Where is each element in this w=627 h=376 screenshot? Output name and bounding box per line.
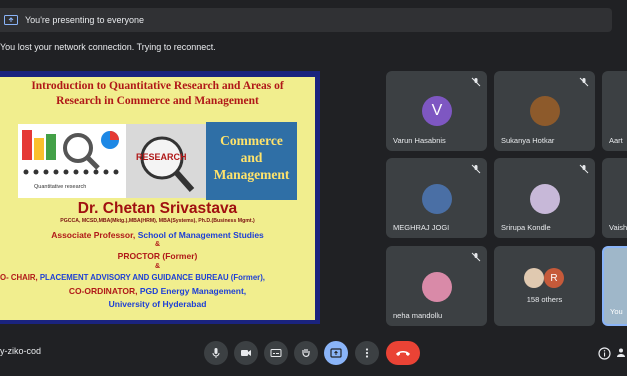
- presenter-name: Dr. Chetan Srivastava: [77, 200, 238, 217]
- mic-off-icon: [471, 77, 481, 87]
- present-icon: [330, 348, 342, 358]
- participant-tile[interactable]: Vaish: [602, 158, 627, 238]
- avatar: [530, 184, 560, 214]
- role-title: Associate Professor,: [51, 230, 136, 240]
- presenting-text: You're presenting to everyone: [25, 15, 144, 25]
- others-tile[interactable]: R 158 others: [494, 246, 595, 326]
- mic-off-icon: [471, 164, 481, 174]
- end-call-button[interactable]: [386, 341, 420, 365]
- end-call-icon: [396, 351, 410, 356]
- participant-tile[interactable]: V Varun Hasabnis: [386, 71, 487, 151]
- participant-tile[interactable]: Aart: [602, 71, 627, 151]
- network-banner: You lost your network connection. Trying…: [0, 37, 612, 57]
- captions-button[interactable]: [264, 341, 288, 365]
- avatar-initial: R: [544, 268, 564, 288]
- mic-off-icon: [579, 164, 589, 174]
- camera-icon: [241, 350, 251, 356]
- mic-button[interactable]: [204, 341, 228, 365]
- info-icon: [597, 346, 611, 360]
- camera-button[interactable]: [234, 341, 258, 365]
- more-icon: [365, 348, 369, 358]
- meeting-code: y-ziko-cod: [0, 346, 42, 356]
- participant-name: Srirupa Kondle: [501, 223, 551, 232]
- coordinator-line: CO-ORDINATOR, PGD Energy Management,: [0, 286, 315, 296]
- role-dept: School of Management Studies: [137, 230, 264, 240]
- meeting-info-button[interactable]: [592, 341, 616, 365]
- amp-line-1: &: [154, 241, 161, 248]
- presentation-slide: Introduction to Quantitative Research an…: [0, 71, 320, 324]
- university-line: University of Hyderabad: [108, 299, 207, 309]
- more-options-button[interactable]: [355, 341, 379, 365]
- avatar: V: [422, 96, 452, 126]
- participant-name: Varun Hasabnis: [393, 136, 446, 145]
- img1-caption: Quantitative research: [34, 184, 87, 190]
- cochair-line: O- CHAIR, PLACEMENT ADVISORY AND GUIDANC…: [0, 273, 315, 282]
- captions-icon: [270, 349, 282, 357]
- participant-name: Aart: [609, 136, 623, 145]
- raise-hand-button[interactable]: [294, 341, 318, 365]
- presenter-degrees: PGCCA, MCSD,MBA(Mktg.),MBA(HRM), MBA(Sys…: [60, 218, 255, 224]
- slide-title-line1: Introduction to Quantitative Research an…: [31, 80, 284, 92]
- raise-hand-icon: [302, 349, 310, 357]
- avatar: [524, 268, 544, 288]
- participant-tile[interactable]: MEGHRAJ JOGI: [386, 158, 487, 238]
- participant-tile[interactable]: Srirupa Kondle: [494, 158, 595, 238]
- mic-off-icon: [471, 252, 481, 262]
- quantitative-research-image: Quantitative research: [18, 124, 126, 198]
- img2-caption: RESEARCH: [136, 152, 187, 162]
- participant-name: You: [610, 307, 623, 316]
- coordinator-title: CO-ORDINATOR,: [68, 286, 138, 296]
- participant-name: neha mandollu: [393, 311, 443, 320]
- presenting-banner: You're presenting to everyone: [0, 8, 612, 32]
- img3-line3: Management: [213, 167, 290, 182]
- amp-line-2: &: [154, 263, 161, 270]
- avatar: [422, 184, 452, 214]
- participant-tile[interactable]: Sukanya Hotkar: [494, 71, 595, 151]
- img3-line1: Commerce: [220, 133, 283, 148]
- cochair-title: O- CHAIR,: [0, 273, 38, 282]
- role-line: Associate Professor, School of Managemen…: [0, 230, 315, 240]
- avatar: [530, 96, 560, 126]
- present-screen-icon: [4, 15, 18, 25]
- self-tile[interactable]: You: [602, 246, 627, 326]
- coordinator-detail: PGD Energy Management,: [139, 286, 247, 296]
- network-text: You lost your network connection. Trying…: [0, 42, 216, 52]
- people-icon: [616, 348, 625, 357]
- cochair-detail: PLACEMENT ADVISORY AND GUIDANCE BUREAU (…: [39, 273, 265, 282]
- participant-name: MEGHRAJ JOGI: [393, 223, 450, 232]
- proctor-line: PROCTOR (Former): [117, 251, 198, 261]
- participant-name: Sukanya Hotkar: [501, 136, 555, 145]
- people-button[interactable]: [614, 341, 627, 365]
- others-count: 158 others: [526, 295, 563, 304]
- avatar: [422, 272, 452, 302]
- slide-content: Introduction to Quantitative Research an…: [0, 77, 315, 320]
- participant-tile[interactable]: neha mandollu: [386, 246, 487, 326]
- commerce-management-image: Commerce and Management: [206, 122, 297, 200]
- participant-name: Vaish: [609, 223, 627, 232]
- mic-off-icon: [579, 77, 589, 87]
- img3-line2: and: [240, 150, 263, 165]
- research-image: RESEARCH: [126, 124, 206, 198]
- slide-title-line2: Research in Commerce and Management: [56, 95, 259, 107]
- mic-icon: [212, 348, 220, 358]
- present-button[interactable]: [324, 341, 348, 365]
